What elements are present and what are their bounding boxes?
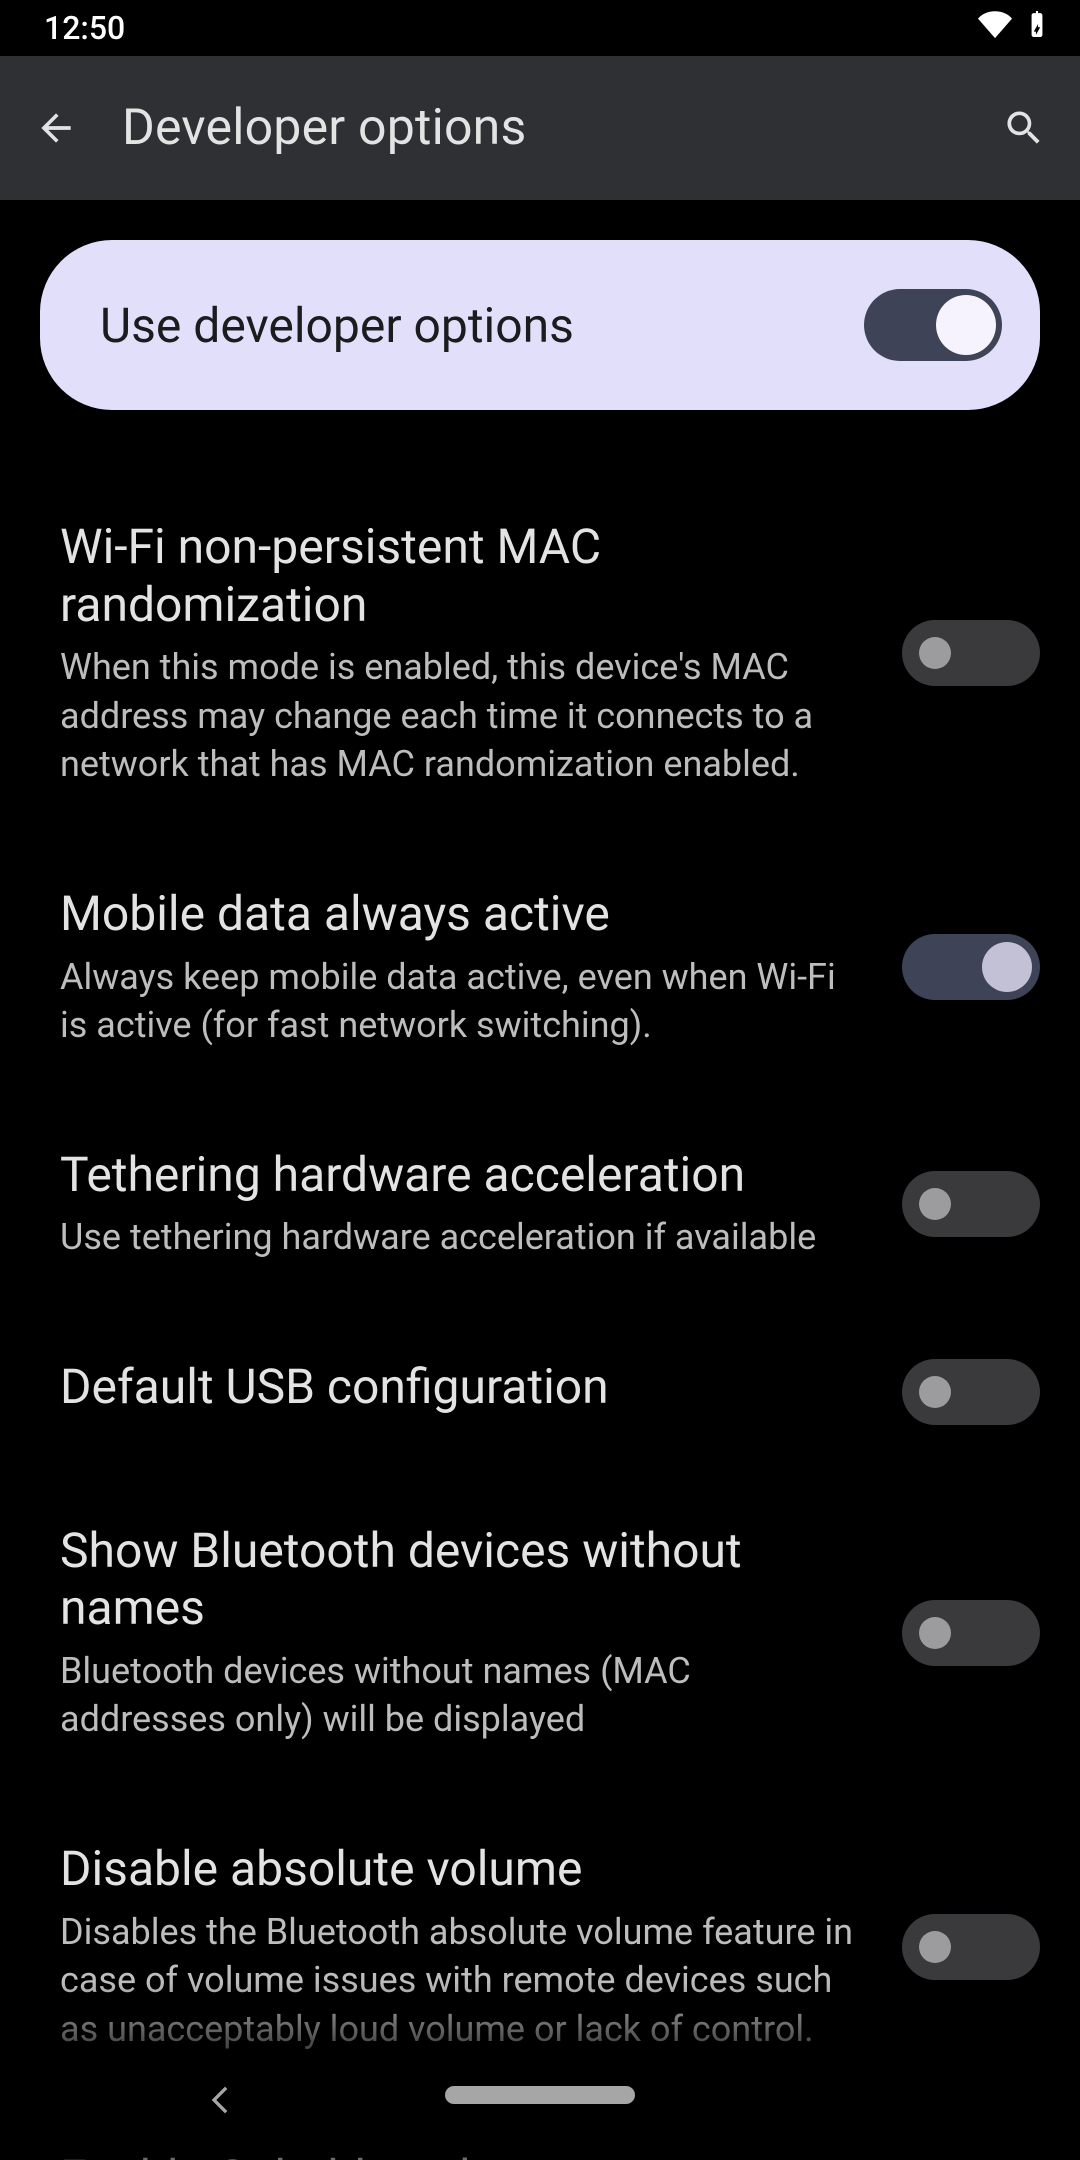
- master-toggle-card[interactable]: Use developer options: [40, 240, 1040, 410]
- status-bar: 12:50: [0, 0, 1080, 56]
- master-toggle-switch[interactable]: [864, 289, 1002, 361]
- arrow-back-icon: [34, 106, 78, 150]
- search-icon: [1002, 106, 1046, 150]
- search-button[interactable]: [998, 102, 1050, 154]
- setting-switch[interactable]: [902, 620, 1040, 686]
- wifi-icon: [978, 7, 1012, 49]
- setting-subtitle: When this mode is enabled, this device's…: [60, 643, 862, 789]
- setting-subtitle: Disables the Bluetooth absolute volume f…: [60, 1908, 862, 2054]
- setting-wifi-mac-randomization[interactable]: Wi-Fi non-persistent MAC randomization W…: [40, 470, 1040, 837]
- setting-switch[interactable]: [902, 1914, 1040, 1980]
- page-title: Developer options: [122, 99, 958, 157]
- battery-icon: [1024, 5, 1050, 51]
- setting-subtitle: Always keep mobile data active, even whe…: [60, 953, 862, 1050]
- master-toggle-label: Use developer options: [100, 297, 574, 354]
- setting-mobile-data-always-active[interactable]: Mobile data always active Always keep mo…: [40, 837, 1040, 1098]
- setting-disable-absolute-volume[interactable]: Disable absolute volume Disables the Blu…: [40, 1792, 1040, 2101]
- app-bar: Developer options: [0, 56, 1080, 200]
- setting-tethering-hardware-acceleration[interactable]: Tethering hardware acceleration Use teth…: [40, 1098, 1040, 1310]
- setting-title: Tethering hardware acceleration: [60, 1146, 862, 1204]
- setting-switch[interactable]: [902, 934, 1040, 1000]
- setting-title: Default USB configuration: [60, 1358, 862, 1416]
- status-time: 12:50: [44, 9, 125, 47]
- system-back-button[interactable]: [200, 2080, 240, 2124]
- chevron-left-icon: [200, 2080, 240, 2120]
- setting-title: Show Bluetooth devices without names: [60, 1522, 862, 1637]
- setting-title: Mobile data always active: [60, 885, 862, 943]
- setting-switch[interactable]: [902, 1359, 1040, 1425]
- setting-title: Wi-Fi non-persistent MAC randomization: [60, 518, 862, 633]
- setting-switch[interactable]: [902, 1600, 1040, 1666]
- back-button[interactable]: [30, 102, 82, 154]
- setting-title: Disable absolute volume: [60, 1840, 862, 1898]
- setting-subtitle: Bluetooth devices without names (MAC add…: [60, 1647, 862, 1744]
- gesture-pill[interactable]: [445, 2086, 635, 2104]
- navigation-bar: [0, 2060, 1080, 2160]
- setting-switch[interactable]: [902, 1171, 1040, 1237]
- setting-subtitle: Use tethering hardware acceleration if a…: [60, 1213, 862, 1262]
- setting-show-bluetooth-without-names[interactable]: Show Bluetooth devices without names Blu…: [40, 1474, 1040, 1792]
- setting-default-usb-configuration[interactable]: Default USB configuration: [40, 1310, 1040, 1474]
